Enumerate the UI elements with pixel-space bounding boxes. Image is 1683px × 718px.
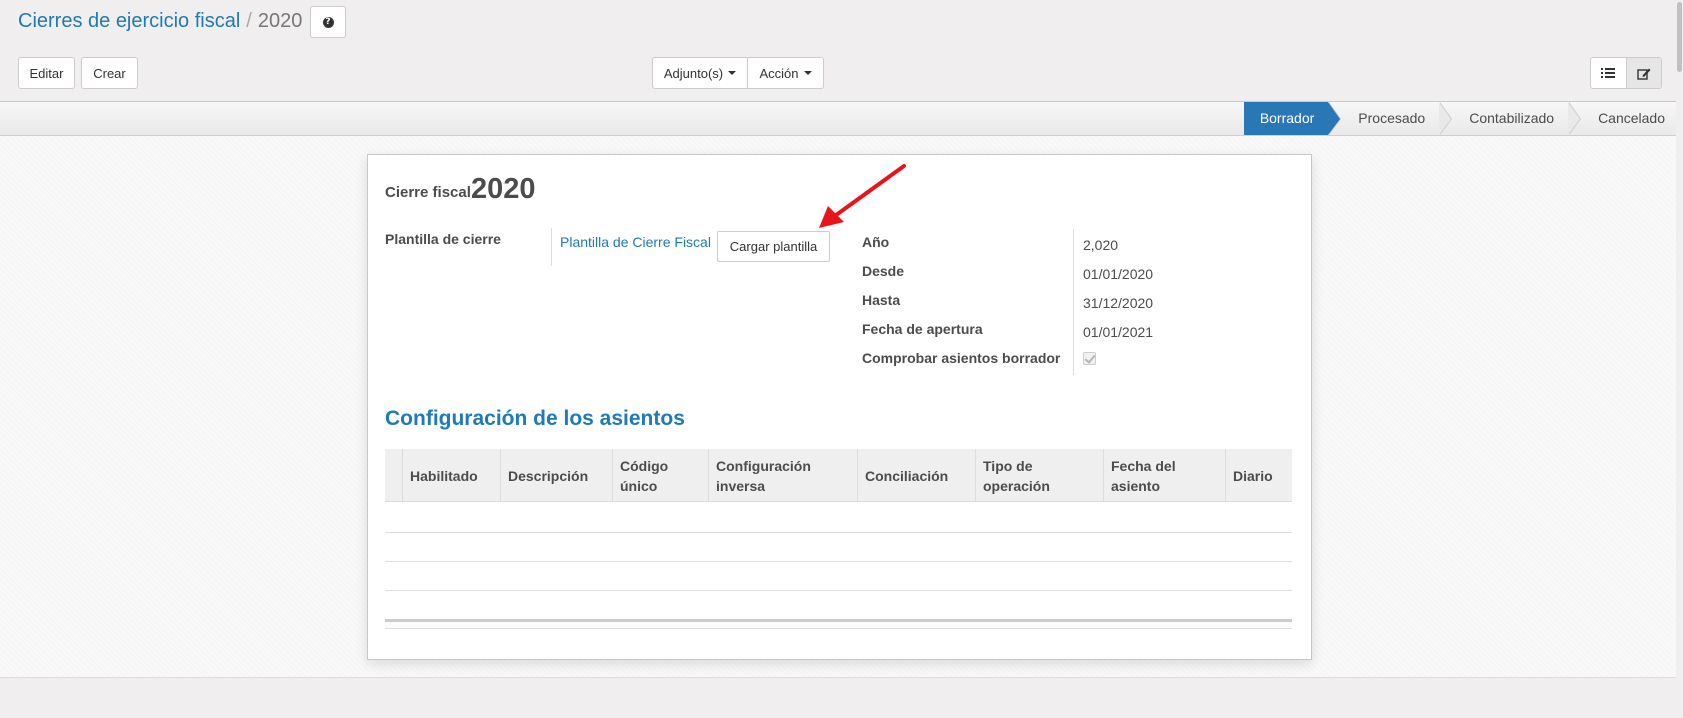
stage-procesado[interactable]: Procesado [1328, 102, 1453, 135]
stage-borrador[interactable]: Borrador [1243, 102, 1342, 135]
column-header-text: asiento [1111, 477, 1161, 494]
stage-contabilizado[interactable]: Contabilizado [1439, 102, 1582, 135]
attachments-label: Adjunto(s) [663, 65, 724, 81]
caret-down-icon [803, 71, 812, 75]
attachments-dropdown[interactable]: Adjunto(s) [652, 57, 748, 89]
breadcrumb: Cierres de ejercicio fiscal /2020 [18, 8, 302, 34]
status-stages: Borrador Procesado Contabilizado Cancela… [1243, 102, 1673, 135]
column-header[interactable]: Código único [612, 449, 708, 502]
template-link[interactable]: Plantilla de Cierre Fiscal [560, 234, 711, 250]
title-label: Cierre fiscal [385, 184, 471, 201]
action-dropdown[interactable]: Acción [747, 57, 824, 89]
table-footer [385, 619, 1292, 629]
field-value-from: 01/01/2020 [1083, 266, 1154, 282]
stage-label: Procesado [1358, 110, 1426, 126]
field-divider [1073, 229, 1074, 375]
field-value-year: 2,020 [1083, 237, 1119, 253]
field-value-to: 31/12/2020 [1083, 295, 1154, 311]
action-label: Acción [759, 65, 799, 81]
column-header-text: Fecha del [1111, 457, 1176, 474]
stage-label: Borrador [1259, 110, 1315, 126]
column-header-text: inversa [716, 477, 766, 494]
check-draft-checkbox[interactable] [1083, 352, 1096, 365]
column-header-text: Descripción [508, 467, 589, 484]
column-header-text: Código [620, 457, 669, 474]
create-button[interactable]: Crear [81, 57, 138, 89]
list-view-icon [1601, 68, 1616, 78]
column-header[interactable]: Fecha del asiento [1103, 449, 1225, 502]
list-view-button[interactable] [1591, 58, 1626, 88]
status-bar: Borrador Procesado Contabilizado Cancela… [0, 101, 1683, 136]
help-button[interactable]: ? [310, 6, 346, 38]
breadcrumb-parent-link[interactable]: Cierres de ejercicio fiscal [18, 10, 240, 32]
column-header-text: operación [983, 477, 1050, 494]
column-header-text: Configuración [716, 457, 811, 474]
field-label-check-draft: Comprobar asientos borrador [862, 350, 1061, 366]
section-title: Configuración de los asientos [385, 407, 685, 430]
field-label-to: Hasta [862, 292, 901, 308]
field-label-opening-date: Fecha de apertura [862, 321, 983, 337]
stage-cancelado[interactable]: Cancelado [1568, 102, 1673, 135]
control-panel: Cierres de ejercicio fiscal /2020 ? Edita… [0, 0, 1683, 101]
edit-form-icon [1637, 68, 1651, 80]
page-scrollbar[interactable] [1676, 0, 1683, 718]
column-header-text: único [620, 477, 658, 494]
form-view-button[interactable] [1625, 58, 1661, 88]
table-row [385, 561, 1292, 562]
column-header[interactable]: Configuración inversa [708, 449, 857, 502]
column-header-text: Diario [1233, 467, 1273, 484]
column-header-text: Conciliación [865, 467, 949, 484]
edit-button[interactable]: Editar [18, 57, 75, 89]
breadcrumb-current: 2020 [257, 10, 303, 32]
table-row [385, 590, 1292, 591]
scrollbar-thumb[interactable] [1677, 2, 1682, 72]
caret-down-icon [728, 71, 737, 75]
field-value-opening-date: 01/01/2021 [1083, 324, 1154, 340]
column-header[interactable]: Habilitado [402, 449, 500, 502]
view-switcher [1590, 57, 1662, 89]
column-header[interactable]: Diario [1225, 449, 1292, 502]
title-value: 2020 [471, 173, 536, 205]
column-header-text: Tipo de [983, 457, 1033, 474]
column-header[interactable]: Tipo de operación [975, 449, 1103, 502]
field-label-from: Desde [862, 263, 905, 279]
column-header-text: Habilitado [410, 467, 478, 484]
field-divider [551, 228, 552, 266]
breadcrumb-separator: / [246, 10, 252, 32]
stage-label: Contabilizado [1469, 110, 1555, 126]
stage-label: Cancelado [1598, 110, 1665, 126]
column-header[interactable]: Descripción [500, 449, 612, 502]
annotation-arrow-icon [819, 164, 906, 228]
table-row [385, 532, 1292, 533]
question-circle-icon: ? [322, 16, 334, 28]
table-header: Habilitado Descripción Código único Confi… [385, 449, 1292, 502]
template-label: Plantilla de cierre [385, 231, 501, 247]
column-header[interactable]: Conciliación [857, 449, 975, 502]
